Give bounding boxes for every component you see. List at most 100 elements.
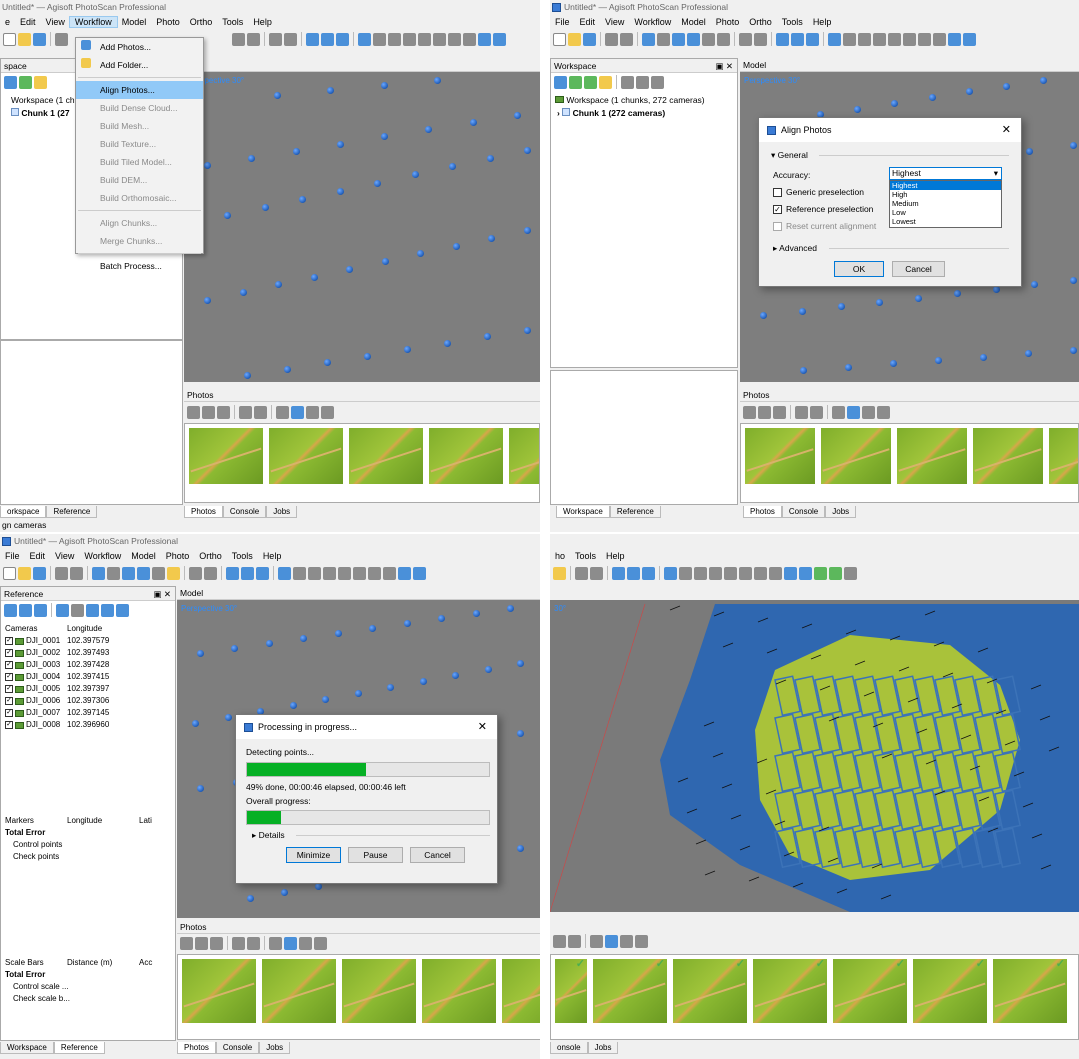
tab-jobs[interactable]: Jobs — [825, 506, 857, 518]
add-photos-icon[interactable] — [19, 75, 32, 89]
menu-help[interactable]: Help — [258, 551, 287, 561]
details-icon[interactable] — [306, 405, 319, 419]
panel-controls[interactable]: ▣ ✕ — [153, 587, 171, 601]
rotate-right-icon[interactable] — [254, 405, 267, 419]
menu-workflow[interactable]: Workflow — [629, 17, 676, 27]
workspace-tree-item[interactable]: Workspace (1 ch — [11, 95, 75, 105]
thumbs-icon[interactable] — [877, 405, 890, 419]
folder-icon[interactable] — [34, 75, 47, 89]
camera-icon[interactable] — [948, 32, 961, 46]
camera-row[interactable]: ✓ DJI_0007 102.397145 — [5, 707, 139, 719]
menu-item-batch-process[interactable]: Batch Process... — [76, 257, 203, 275]
scale-icon[interactable] — [702, 32, 715, 46]
select-icon[interactable] — [657, 32, 670, 46]
photo-thumbnail[interactable]: ✓ — [753, 958, 827, 1023]
close-icon[interactable]: ✕ — [1002, 123, 1011, 136]
navigation-icon[interactable] — [232, 32, 245, 46]
shape3-icon[interactable] — [433, 32, 446, 46]
shape5-icon[interactable] — [769, 566, 782, 580]
grid2-icon[interactable] — [293, 566, 306, 580]
rotate-left-icon[interactable] — [553, 934, 566, 948]
advanced-section[interactable]: ▸ Advanced — [773, 243, 817, 254]
shape4-icon[interactable] — [918, 32, 931, 46]
menu-item-build-dense-cloud[interactable]: Build Dense Cloud... — [76, 99, 203, 117]
menu-tools[interactable]: Tools — [570, 551, 601, 561]
option-medium[interactable]: Medium — [890, 199, 1001, 208]
model-viewport[interactable]: Perspective 30° — [184, 72, 540, 382]
photo-thumbnail[interactable] — [342, 959, 416, 1023]
redo-icon[interactable] — [70, 566, 83, 580]
camera-checkbox[interactable]: ✓ — [5, 721, 13, 729]
check-points-row[interactable]: Check points — [5, 851, 152, 863]
ok-button[interactable]: OK — [834, 261, 884, 277]
zoom-in-icon[interactable] — [612, 566, 625, 580]
photo-thumbnail[interactable] — [509, 428, 539, 484]
rotate-right-icon[interactable] — [568, 934, 581, 948]
rotate-right-icon[interactable] — [810, 405, 823, 419]
enable-icon[interactable] — [743, 405, 756, 419]
control-points-row[interactable]: Control points — [5, 839, 152, 851]
zoom-out-icon[interactable] — [627, 566, 640, 580]
move-icon[interactable] — [256, 566, 269, 580]
grid-icon[interactable] — [828, 32, 841, 46]
camera-checkbox[interactable]: ✓ — [5, 661, 13, 669]
photo-thumbnail[interactable] — [973, 428, 1043, 484]
pointer-icon[interactable] — [92, 566, 105, 580]
delete-icon[interactable] — [189, 566, 202, 580]
draw-icon[interactable] — [167, 566, 180, 580]
camera-checkbox[interactable]: ✓ — [5, 673, 13, 681]
menu-item-build-dem[interactable]: Build DEM... — [76, 171, 203, 189]
thumbs-icon[interactable] — [314, 936, 327, 950]
shape2-icon[interactable] — [338, 566, 351, 580]
details-section[interactable]: ▸ Details — [252, 830, 285, 841]
photo-thumbnail[interactable] — [182, 959, 256, 1023]
menu-ortho[interactable]: Ortho — [744, 17, 777, 27]
col-longitude[interactable]: Longitude — [67, 623, 139, 635]
shape4-icon[interactable] — [368, 566, 381, 580]
crop-icon[interactable] — [590, 566, 603, 580]
shape3-icon[interactable] — [739, 566, 752, 580]
tab-model[interactable]: Model — [180, 588, 203, 598]
shape4-icon[interactable] — [448, 32, 461, 46]
menu-item-add-folder[interactable]: Add Folder... — [76, 56, 203, 74]
view-icon[interactable] — [308, 566, 321, 580]
menu-help[interactable]: Help — [601, 551, 630, 561]
view-icon[interactable] — [388, 32, 401, 46]
move-object-icon[interactable] — [687, 32, 700, 46]
add-marker-icon[interactable] — [584, 75, 597, 89]
menu-item-build-mesh[interactable]: Build Mesh... — [76, 117, 203, 135]
grid2-icon[interactable] — [843, 32, 856, 46]
camera-checkbox[interactable]: ✓ — [5, 649, 13, 657]
control-scale-row[interactable]: Control scale ... — [5, 981, 152, 993]
menu-photo[interactable]: Photo — [161, 551, 195, 561]
menu-photo[interactable]: Photo — [711, 17, 745, 27]
menu-model[interactable]: Model — [117, 17, 152, 27]
remove-icon[interactable] — [210, 936, 223, 950]
view-photo-icon[interactable] — [284, 936, 297, 950]
settings-icon[interactable] — [56, 603, 69, 617]
markers-icon[interactable] — [963, 32, 976, 46]
scale-icon[interactable] — [152, 566, 165, 580]
undo-icon[interactable] — [605, 32, 618, 46]
camera-icon[interactable] — [398, 566, 411, 580]
menu-view[interactable]: View — [41, 17, 70, 27]
open-icon[interactable] — [568, 32, 581, 46]
camera-checkbox[interactable]: ✓ — [5, 697, 13, 705]
delete-icon[interactable] — [575, 566, 588, 580]
save-icon[interactable] — [583, 32, 596, 46]
open-icon[interactable] — [18, 566, 31, 580]
zoom-in-icon[interactable] — [306, 32, 319, 46]
move-icon[interactable] — [336, 32, 349, 46]
remove-icon[interactable] — [217, 405, 230, 419]
ortho-icon[interactable] — [814, 566, 827, 580]
menu-edit[interactable]: Edit — [575, 17, 601, 27]
menu-photo[interactable]: Photo — [151, 17, 185, 27]
rotate-icon[interactable] — [672, 32, 685, 46]
photo-thumbnail[interactable]: ✓ — [993, 958, 1067, 1023]
enable-icon[interactable] — [621, 75, 634, 89]
open-icon[interactable] — [18, 32, 31, 46]
minimize-button[interactable]: Minimize — [286, 847, 341, 863]
zoom-out-icon[interactable] — [321, 32, 334, 46]
option-lowest[interactable]: Lowest — [890, 217, 1001, 226]
menu-model[interactable]: Model — [676, 17, 711, 27]
